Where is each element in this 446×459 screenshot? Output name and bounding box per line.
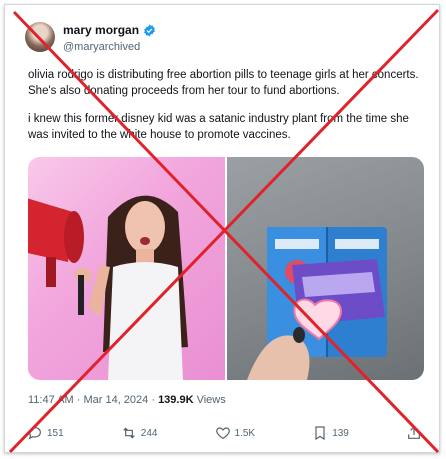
repost-button[interactable]: 244	[121, 425, 158, 441]
author-handle[interactable]: @maryarchived	[63, 41, 140, 53]
repost-icon	[123, 427, 135, 439]
tweet-paragraph: i knew this former disney kid was a sata…	[28, 113, 409, 141]
tweet-actions: 151 244 1.5K 139	[27, 425, 422, 441]
pill-box-photo[interactable]	[227, 157, 424, 380]
author-name-row: mary morgan	[63, 23, 156, 37]
tweet-card: mary morgan @maryarchived olivia rodrigo…	[4, 4, 440, 453]
meta-separator: ·	[73, 394, 84, 406]
tweet-date[interactable]: Mar 14, 2024	[83, 394, 148, 406]
author-name[interactable]: mary morgan	[63, 23, 139, 37]
concert-photo-illustration	[28, 195, 188, 380]
bookmark-icon	[315, 426, 325, 441]
bookmark-button[interactable]: 139	[312, 425, 349, 441]
tweet-text: olivia rodrigo is distributing free abor…	[28, 67, 428, 155]
tweet-media	[28, 157, 424, 380]
reply-icon	[28, 427, 41, 440]
verified-badge-icon	[144, 24, 155, 36]
pill-box-illustration	[247, 227, 387, 380]
concert-photo[interactable]	[28, 157, 225, 380]
bookmark-count: 139	[332, 427, 349, 439]
reply-button[interactable]: 151	[27, 425, 64, 441]
tweet-paragraph: olivia rodrigo is distributing free abor…	[28, 69, 419, 97]
views-label: Views	[193, 394, 226, 406]
heart-icon	[215, 427, 230, 440]
tweet-meta: 11:47 AM · Mar 14, 2024 · 139.9K Views	[28, 394, 226, 406]
reply-count: 151	[47, 427, 64, 439]
share-button[interactable]	[406, 425, 422, 441]
share-icon	[408, 426, 420, 439]
tweet-time[interactable]: 11:47 AM	[28, 394, 74, 406]
like-count: 1.5K	[234, 427, 256, 439]
like-button[interactable]: 1.5K	[215, 425, 256, 441]
views-count: 139.9K	[158, 394, 194, 406]
repost-count: 244	[140, 427, 158, 439]
meta-separator: ·	[148, 394, 159, 406]
avatar[interactable]	[25, 22, 55, 52]
